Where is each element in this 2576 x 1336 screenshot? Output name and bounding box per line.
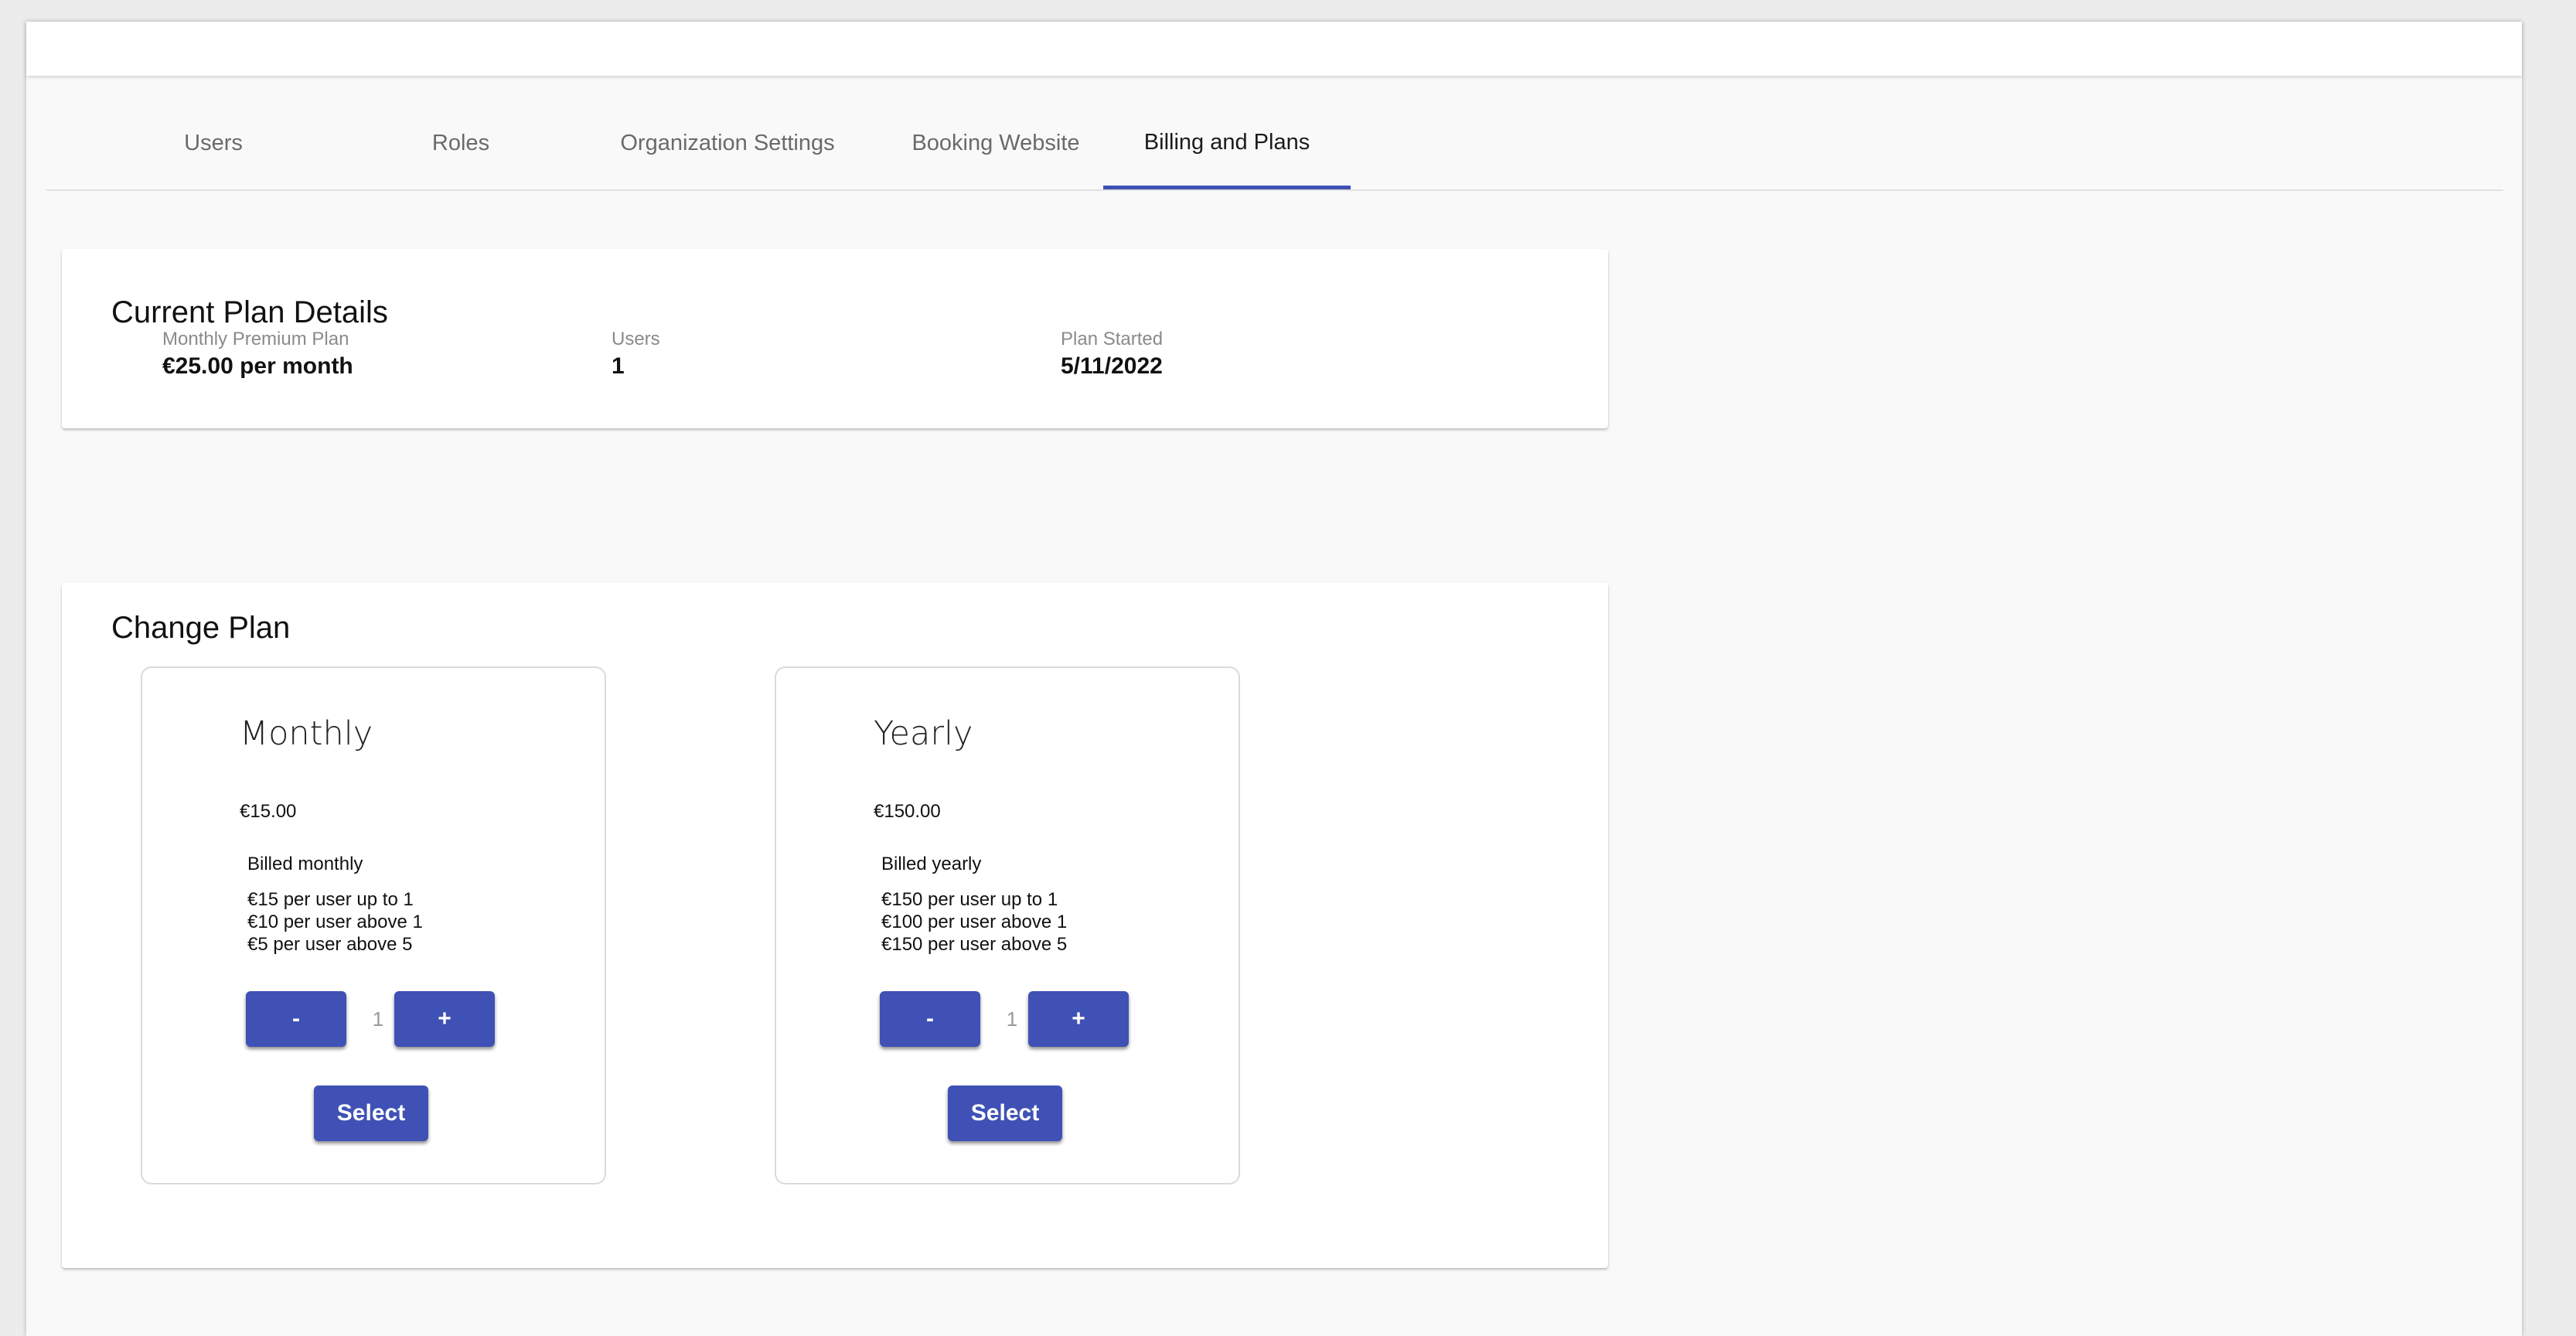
tab-billing-and-plans[interactable]: Billing and Plans [1103, 99, 1351, 189]
tier-item: €150 per user above 5 [881, 934, 1068, 955]
decrement-button[interactable]: - [246, 991, 346, 1047]
plan-price: €15.00 [240, 801, 297, 822]
tier-list: €15 per user up to 1 €10 per user above … [247, 888, 423, 956]
tier-list: €150 per user up to 1 €100 per user abov… [881, 888, 1067, 956]
tier-item: €150 per user up to 1 [881, 889, 1058, 910]
quantity-value[interactable]: 1 [996, 991, 1028, 1047]
tier-item: €10 per user above 1 [247, 912, 423, 932]
current-plan-title: Current Plan Details [111, 295, 388, 329]
users-value: 1 [612, 353, 625, 379]
tab-roles[interactable]: Roles [337, 99, 584, 188]
plan-option-yearly: Yearly €150.00 Billed yearly €150 per us… [775, 666, 1240, 1184]
plan-billing-period: Billed yearly [881, 854, 982, 874]
plan-name: Monthly [240, 714, 373, 753]
change-plan-title: Change Plan [111, 611, 291, 645]
change-plan-card: Change Plan Monthly €15.00 Billed monthl… [62, 583, 1608, 1268]
plan-option-monthly: Monthly €15.00 Billed monthly €15 per us… [141, 666, 606, 1184]
started-detail: Plan Started 5/11/2022 [1061, 329, 1163, 380]
started-value: 5/11/2022 [1061, 353, 1163, 379]
select-yearly-button[interactable]: Select [948, 1086, 1062, 1141]
settings-tabs: Users Roles Organization Settings Bookin… [46, 99, 2503, 191]
tier-item: €15 per user up to 1 [247, 889, 414, 910]
tab-organization-settings[interactable]: Organization Settings [604, 99, 851, 188]
tier-item: €100 per user above 1 [881, 912, 1068, 932]
top-bar [26, 22, 2522, 76]
plan-value: €25.00 per month [162, 353, 353, 379]
tab-booking-website[interactable]: Booking Website [872, 99, 1119, 188]
increment-button[interactable]: + [394, 991, 495, 1047]
plan-detail: Monthly Premium Plan €25.00 per month [162, 329, 353, 380]
tab-users[interactable]: Users [90, 99, 337, 188]
plan-price: €150.00 [874, 801, 941, 822]
increment-button[interactable]: + [1028, 991, 1129, 1047]
app-window: Users Roles Organization Settings Bookin… [26, 22, 2522, 1336]
tier-item: €5 per user above 5 [247, 934, 413, 955]
users-detail: Users 1 [612, 329, 660, 380]
plan-label: Monthly Premium Plan [162, 329, 349, 349]
select-monthly-button[interactable]: Select [314, 1086, 428, 1141]
plan-name: Yearly [874, 714, 973, 753]
plan-billing-period: Billed monthly [247, 854, 363, 874]
users-label: Users [612, 329, 660, 349]
started-label: Plan Started [1061, 329, 1164, 349]
decrement-button[interactable]: - [880, 991, 980, 1047]
current-plan-card: Current Plan Details Monthly Premium Pla… [62, 249, 1608, 428]
quantity-value[interactable]: 1 [362, 991, 394, 1047]
